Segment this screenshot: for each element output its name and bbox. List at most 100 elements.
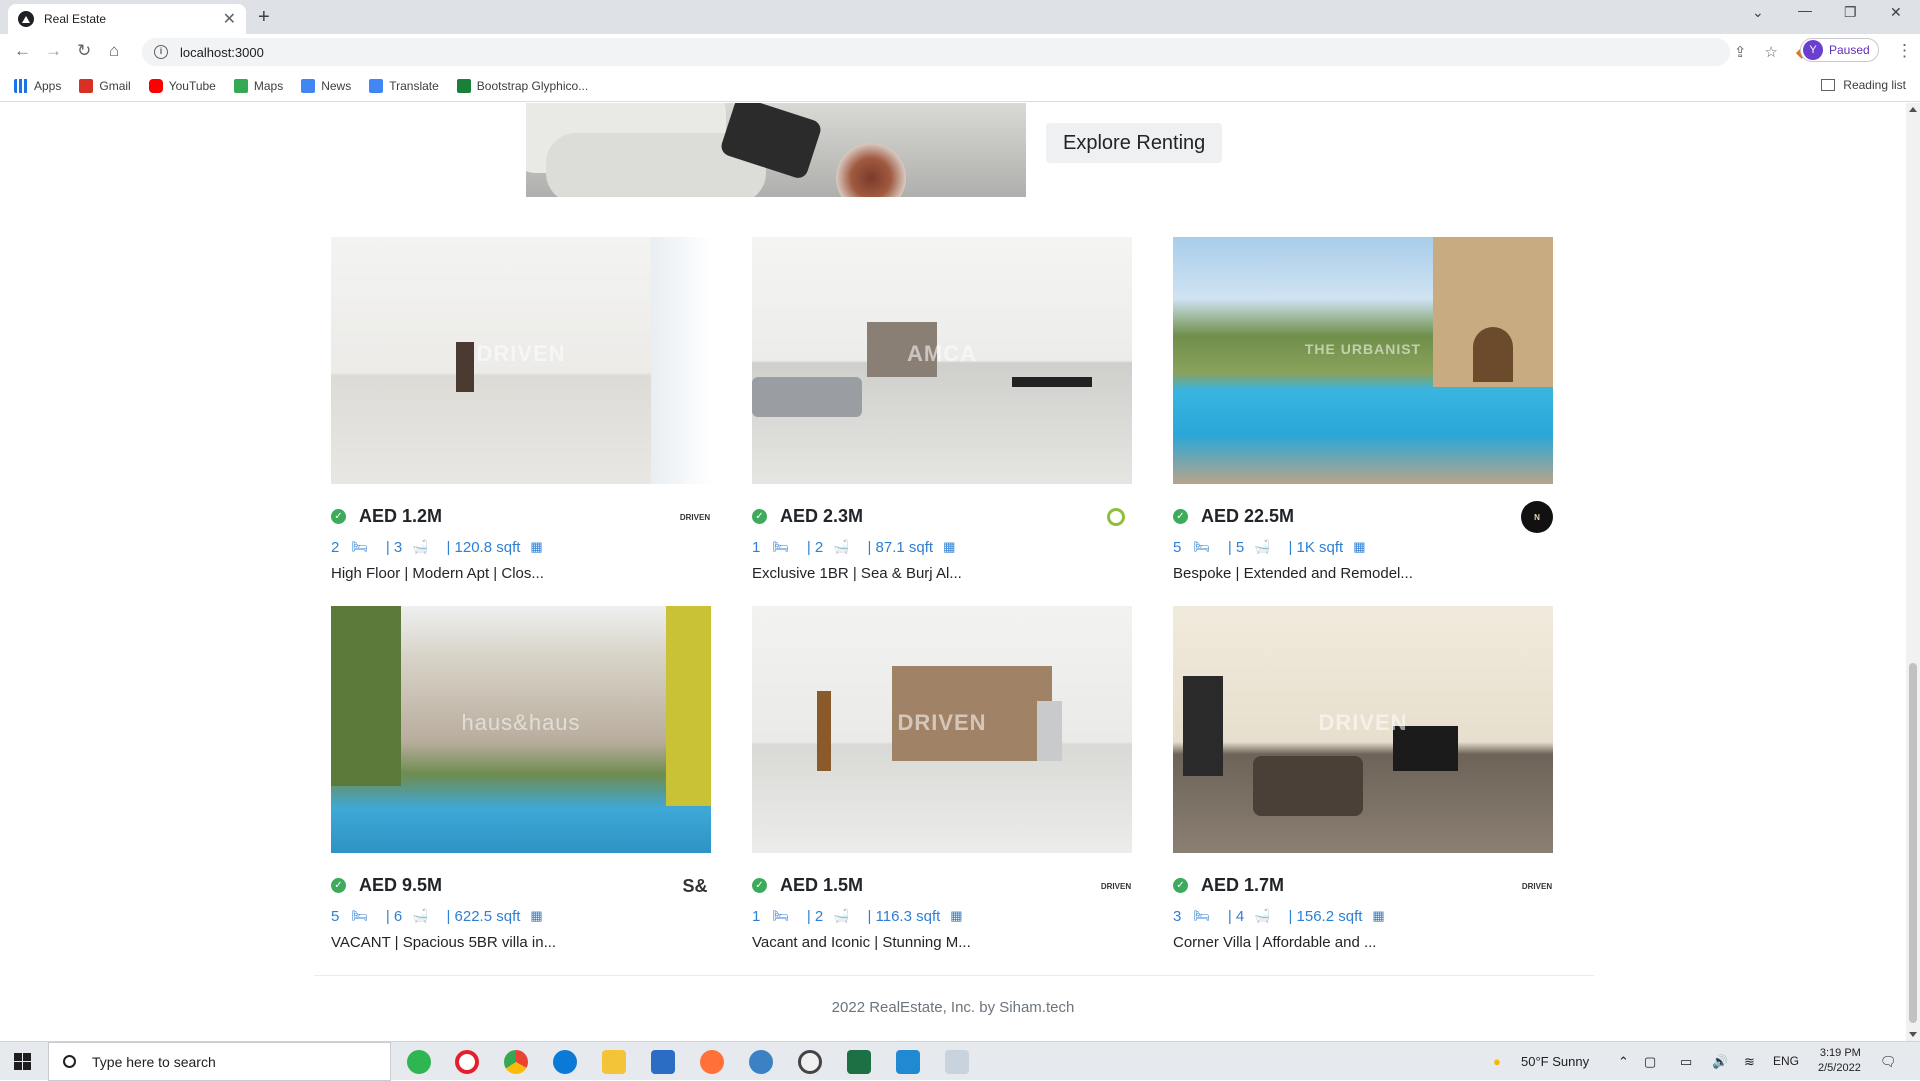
listing-photo[interactable]: haus&haus	[331, 606, 711, 853]
bath-icon: 🛁	[1254, 539, 1271, 554]
reload-icon[interactable]: ↻	[77, 41, 91, 61]
photo-watermark: DRIVEN	[897, 709, 987, 735]
menu-kebab-icon[interactable]: ⋮	[1896, 41, 1913, 61]
opera-app-icon[interactable]	[455, 1050, 479, 1074]
listing-title[interactable]: Exclusive 1BR | Sea & Burj Al...	[752, 565, 1132, 582]
listing-title[interactable]: Vacant and Iconic | Stunning M...	[752, 934, 1132, 951]
edge-app-icon[interactable]	[553, 1050, 577, 1074]
listing-card[interactable]: DRIVEN ✓ AED 1.7M DRIVEN 3 🛏 | 4 🛁 | 156…	[1173, 606, 1553, 951]
app-w-icon[interactable]	[749, 1050, 773, 1074]
network-icon[interactable]: ≋	[1744, 1054, 1755, 1070]
file-explorer-icon[interactable]	[602, 1050, 626, 1074]
bookmark-youtube[interactable]: YouTube	[148, 78, 216, 93]
explore-renting-button[interactable]: Explore Renting	[1046, 123, 1223, 163]
listing-card[interactable]: AMCA ✓ AED 2.3M 1 🛏 | 2 🛁 | 87.1 sqft ▦ …	[752, 237, 1132, 582]
firefox-app-icon[interactable]	[700, 1050, 724, 1074]
listing-title[interactable]: Bespoke | Extended and Remodel...	[1173, 565, 1553, 582]
listing-card[interactable]: THE URBANIST ✓ AED 22.5M N 5 🛏 | 5 🛁 | 1…	[1173, 237, 1553, 582]
bookmark-apps[interactable]: Apps	[14, 78, 61, 93]
bathrooms-count: | 2	[806, 538, 824, 556]
bookmark-gmail[interactable]: Gmail	[79, 78, 131, 93]
listing-photo[interactable]: DRIVEN	[331, 237, 711, 484]
notifications-icon[interactable]: 🗨	[1880, 1054, 1897, 1070]
back-icon[interactable]: ←	[14, 41, 31, 61]
url-text: localhost:3000	[180, 44, 264, 60]
tab-search-chevron-icon[interactable]: ⌄	[1752, 4, 1764, 21]
new-tab-icon[interactable]: +	[258, 6, 270, 29]
site-info-icon[interactable]: i	[154, 45, 168, 59]
scroll-up-arrow-icon[interactable]	[1909, 107, 1917, 112]
share-icon[interactable]: ⇪	[1734, 43, 1747, 61]
bookmark-maps[interactable]: Maps	[233, 78, 283, 93]
taskbar-search-box[interactable]: Type here to search	[48, 1042, 391, 1081]
bookmark-bootstrap-glyphicons[interactable]: Bootstrap Glyphico...	[456, 78, 588, 93]
clock-time: 3:19 PM	[1819, 1047, 1861, 1059]
address-bar[interactable]: i localhost:3000 ⇪ ☆ ◆ ✚	[142, 38, 1838, 66]
profile-button[interactable]: Y Paused	[1800, 38, 1879, 62]
agency-logo: S&	[679, 870, 711, 902]
listing-title[interactable]: High Floor | Modern Apt | Clos...	[331, 565, 711, 582]
restore-icon[interactable]: ❐	[1844, 4, 1857, 21]
volume-icon[interactable]: 🔊	[1712, 1054, 1728, 1070]
bedrooms-count: 5	[331, 907, 340, 925]
listing-price: AED 1.2M	[359, 505, 443, 526]
bookmark-news[interactable]: News	[301, 78, 351, 93]
bookmark-translate[interactable]: Translate	[369, 78, 439, 93]
excel-app-icon[interactable]	[847, 1050, 871, 1074]
listing-photo[interactable]: DRIVEN	[1173, 606, 1553, 853]
grid-icon: ▦	[530, 908, 543, 923]
close-window-icon[interactable]: ✕	[1890, 4, 1902, 21]
agency-logo: N	[1521, 501, 1553, 533]
listing-photo[interactable]: AMCA	[752, 237, 1132, 484]
listing-card[interactable]: DRIVEN ✓ AED 1.2M DRIVEN 2 🛏 | 3 🛁 | 120…	[331, 237, 711, 582]
bedrooms-count: 1	[752, 907, 761, 925]
reading-list-button[interactable]: Reading list	[1821, 78, 1906, 92]
search-placeholder: Type here to search	[92, 1053, 216, 1070]
battery-icon[interactable]: ▭	[1680, 1054, 1692, 1070]
settings-gear-icon[interactable]	[798, 1050, 822, 1074]
listing-card[interactable]: haus&haus ✓ AED 9.5M S& 5 🛏 | 6 🛁 | 622.…	[331, 606, 711, 951]
search-icon	[63, 1055, 76, 1068]
evernote-app-icon[interactable]	[407, 1050, 431, 1074]
bookmarks-bar: Apps Gmail YouTube Maps News Translate B…	[0, 70, 1920, 102]
taskbar-clock[interactable]: 3:19 PM 2/5/2022	[1818, 1046, 1861, 1076]
meet-now-icon[interactable]: ▢	[1644, 1054, 1656, 1070]
page-scrollbar[interactable]	[1906, 103, 1920, 1041]
weather-text[interactable]: 50°F Sunny	[1521, 1054, 1589, 1069]
listing-price: AED 22.5M	[1201, 505, 1295, 526]
area-size: | 156.2 sqft	[1288, 907, 1363, 925]
weather-sun-icon[interactable]: ●	[1493, 1054, 1501, 1069]
photos-app-icon[interactable]	[945, 1050, 969, 1074]
listing-photo[interactable]: THE URBANIST	[1173, 237, 1553, 484]
scroll-down-arrow-icon[interactable]	[1909, 1032, 1917, 1037]
chrome-app-icon[interactable]	[504, 1050, 528, 1074]
bed-icon: 🛏	[1193, 539, 1210, 554]
listing-title[interactable]: Corner Villa | Affordable and ...	[1173, 934, 1553, 951]
bathrooms-count: | 6	[385, 907, 403, 925]
bathrooms-count: | 2	[806, 907, 824, 925]
area-size: | 116.3 sqft	[867, 907, 941, 925]
mail-app-icon[interactable]	[651, 1050, 675, 1074]
listing-price: AED 2.3M	[780, 505, 864, 526]
vscode-app-icon[interactable]	[896, 1050, 920, 1074]
site-favicon-icon	[18, 11, 34, 27]
bookmark-star-icon[interactable]: ☆	[1764, 43, 1777, 61]
bath-icon: 🛁	[833, 539, 850, 554]
listing-photo[interactable]: DRIVEN	[752, 606, 1132, 853]
grid-icon: ▦	[950, 908, 963, 923]
browser-tab[interactable]: Real Estate ✕	[8, 4, 246, 34]
hero-sofa-image	[526, 103, 1026, 197]
windows-start-icon[interactable]	[14, 1053, 31, 1070]
tray-chevron-icon[interactable]: ⌃	[1618, 1054, 1629, 1070]
bedrooms-count: 3	[1173, 907, 1182, 925]
language-indicator[interactable]: ENG	[1773, 1054, 1799, 1068]
bed-icon: 🛏	[772, 539, 789, 554]
close-tab-icon[interactable]: ✕	[223, 9, 236, 29]
listing-title[interactable]: VACANT | Spacious 5BR villa in...	[331, 934, 711, 951]
scrollbar-thumb[interactable]	[1909, 663, 1917, 1023]
home-icon[interactable]: ⌂	[109, 41, 119, 61]
minimize-icon[interactable]: —	[1798, 2, 1812, 18]
listing-card[interactable]: DRIVEN ✓ AED 1.5M DRIVEN 1 🛏 | 2 🛁 | 116…	[752, 606, 1132, 951]
forward-icon[interactable]: →	[45, 41, 62, 61]
leaf-logo-icon	[1107, 508, 1125, 526]
